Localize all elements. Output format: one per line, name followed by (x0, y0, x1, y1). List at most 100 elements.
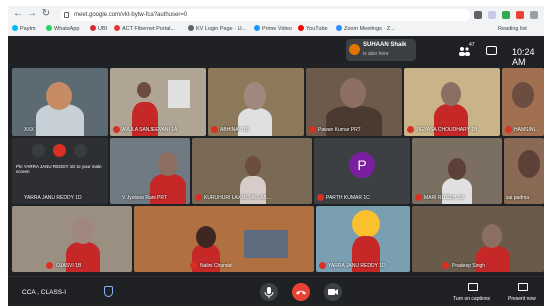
participant-video (168, 80, 190, 108)
participant-tile[interactable]: Pradeep Singh (412, 206, 544, 272)
camera-button[interactable] (324, 283, 342, 301)
participant-tile[interactable]: OJASVI 1B (12, 206, 132, 272)
ubi-icon (90, 25, 96, 31)
meeting-title[interactable]: CCA , CLASS-I (22, 289, 66, 296)
participant-video (72, 218, 94, 244)
bookmark-zoom[interactable]: Zoom Meetings · Z... (336, 23, 395, 35)
participant-tile[interactable]: YARRA JANU REDDY 1D (316, 206, 410, 272)
bookmark-act[interactable]: ACT Fibernet Portal... (114, 23, 175, 35)
participant-tile[interactable]: HAMSINI... (502, 68, 544, 136)
participant-tile[interactable]: sai padma (504, 138, 544, 204)
people-count: 47 (469, 42, 475, 48)
participant-video (245, 156, 261, 176)
captions-icon[interactable] (468, 283, 478, 291)
extension-icon[interactable] (516, 11, 524, 19)
bookmark-paytm[interactable]: Paytm (12, 23, 36, 35)
participant-video (137, 82, 151, 98)
puzzle-icon[interactable] (530, 11, 538, 19)
present-icon[interactable] (518, 283, 528, 291)
screenshot-frame: ← → ↻ meet.google.com/vkt-bytw-fca?authu… (8, 6, 544, 306)
notification-name: SUHAAN Shaik (363, 42, 407, 48)
reading-list[interactable]: Reading list (498, 23, 527, 35)
url-text: meet.google.com/vkt-bytw-fca?authuser=0 (74, 12, 188, 18)
participant-name: YARRA JANU REDDY 1D (328, 263, 386, 269)
bookmark-whatsapp[interactable]: WhatsApp (46, 23, 79, 35)
camera-icon (328, 289, 338, 295)
participant-tile[interactable]: KURUHURI LAXMI VALLAB... (192, 138, 312, 204)
meeting-clock: 10:24 AM (512, 47, 535, 67)
mic-off-icon (46, 262, 53, 269)
mic-off-icon (195, 194, 202, 201)
bookmark-kv-login[interactable]: KV Login Page · U... (188, 23, 246, 35)
act-icon (114, 25, 120, 31)
pin-tooltip: Pin YARRA JANU REDDY 1D to your main scr… (16, 164, 102, 174)
youtube-icon (298, 25, 304, 31)
participant-video (448, 158, 466, 180)
mute-participant-icon[interactable] (53, 144, 66, 157)
prime-video-icon (254, 25, 260, 31)
participant-tile[interactable]: MARI RITESH 1D (412, 138, 502, 204)
participant-name: XXX (24, 127, 35, 133)
mic-off-icon (211, 126, 218, 133)
back-icon[interactable]: ← (12, 8, 24, 20)
participant-tile[interactable]: JIGYASA CHOUDHARY 1B (404, 68, 500, 136)
shield-icon[interactable] (104, 286, 113, 297)
kv-icon (188, 25, 194, 31)
participant-tile[interactable]: Nalini Chandel (134, 206, 314, 272)
bookmarks-bar: Paytm WhatsApp UBI ACT Fibernet Portal..… (8, 23, 544, 35)
participant-name: PARTH KUMAR 1C (326, 195, 370, 201)
chat-icon[interactable] (486, 46, 497, 55)
participant-name: sai padma (506, 195, 530, 201)
extension-icon[interactable] (502, 11, 510, 19)
participant-video (441, 82, 461, 106)
mic-off-icon (113, 126, 120, 133)
mic-off-icon (415, 194, 422, 201)
mic-off-icon (317, 194, 324, 201)
participant-name: Nalini Chandel (200, 263, 233, 269)
pin-icon[interactable] (32, 144, 45, 157)
participant-video (244, 82, 266, 110)
mic-off-icon (319, 262, 326, 269)
bookmark-ubi[interactable]: UBI (90, 23, 107, 35)
participant-name: KURUHURI LAXMI VALLAB... (204, 195, 271, 201)
participant-tile[interactable]: Pin YARRA JANU REDDY 1D to your main scr… (12, 138, 108, 204)
participant-tile[interactable]: V Jyotsna Rani PRT (110, 138, 190, 204)
more-options-icon[interactable] (74, 144, 87, 157)
star-icon[interactable] (488, 11, 496, 19)
whatsapp-icon (46, 25, 52, 31)
phone-hangup-icon (296, 290, 306, 295)
participant-tile[interactable]: P PARTH KUMAR 1C (314, 138, 410, 204)
forward-icon[interactable]: → (26, 8, 38, 20)
participant-name: OJASVI 1B (56, 263, 82, 269)
bookmark-youtube[interactable]: YouTube (298, 23, 328, 35)
avatar (349, 44, 360, 55)
participant-name: Pawan Kumar PRT (318, 127, 361, 133)
participant-video (482, 224, 502, 248)
present-button[interactable]: Present now (508, 296, 536, 302)
mic-off-icon (505, 126, 512, 133)
mic-off-icon (190, 262, 197, 269)
microphone-button[interactable] (260, 283, 278, 301)
participant-name: V Jyotsna Rani PRT (122, 195, 167, 201)
participant-video (196, 226, 216, 248)
participant-video (352, 210, 380, 238)
participant-tile[interactable]: XXX (12, 68, 108, 136)
participant-video (46, 82, 72, 110)
participant-video (518, 150, 540, 178)
participant-name: Pradeep Singh (452, 263, 486, 269)
address-bar[interactable]: meet.google.com/vkt-bytw-fca?authuser=0 (60, 9, 470, 21)
reload-icon[interactable]: ↻ (40, 8, 52, 20)
participant-tile[interactable]: Pawan Kumar PRT (306, 68, 402, 136)
camera-indicator-icon[interactable] (474, 11, 482, 19)
participant-video (340, 78, 366, 108)
captions-button[interactable]: Turn on captions (453, 296, 490, 302)
participant-name: YARRA JANU REDDY 1D (24, 195, 82, 201)
participant-tile[interactable]: ABHINAV 1B (208, 68, 304, 136)
browser-chrome: ← → ↻ meet.google.com/vkt-bytw-fca?authu… (8, 6, 544, 36)
bookmark-prime-video[interactable]: Prime Video (254, 23, 292, 35)
lock-icon (64, 12, 69, 18)
end-call-button[interactable] (292, 283, 310, 301)
participant-name: MARI RITESH 1D (424, 195, 465, 201)
participant-tile[interactable]: AVULA SANJEEVANI 1A (110, 68, 206, 136)
participant-name: HAMSINI... (514, 127, 540, 133)
